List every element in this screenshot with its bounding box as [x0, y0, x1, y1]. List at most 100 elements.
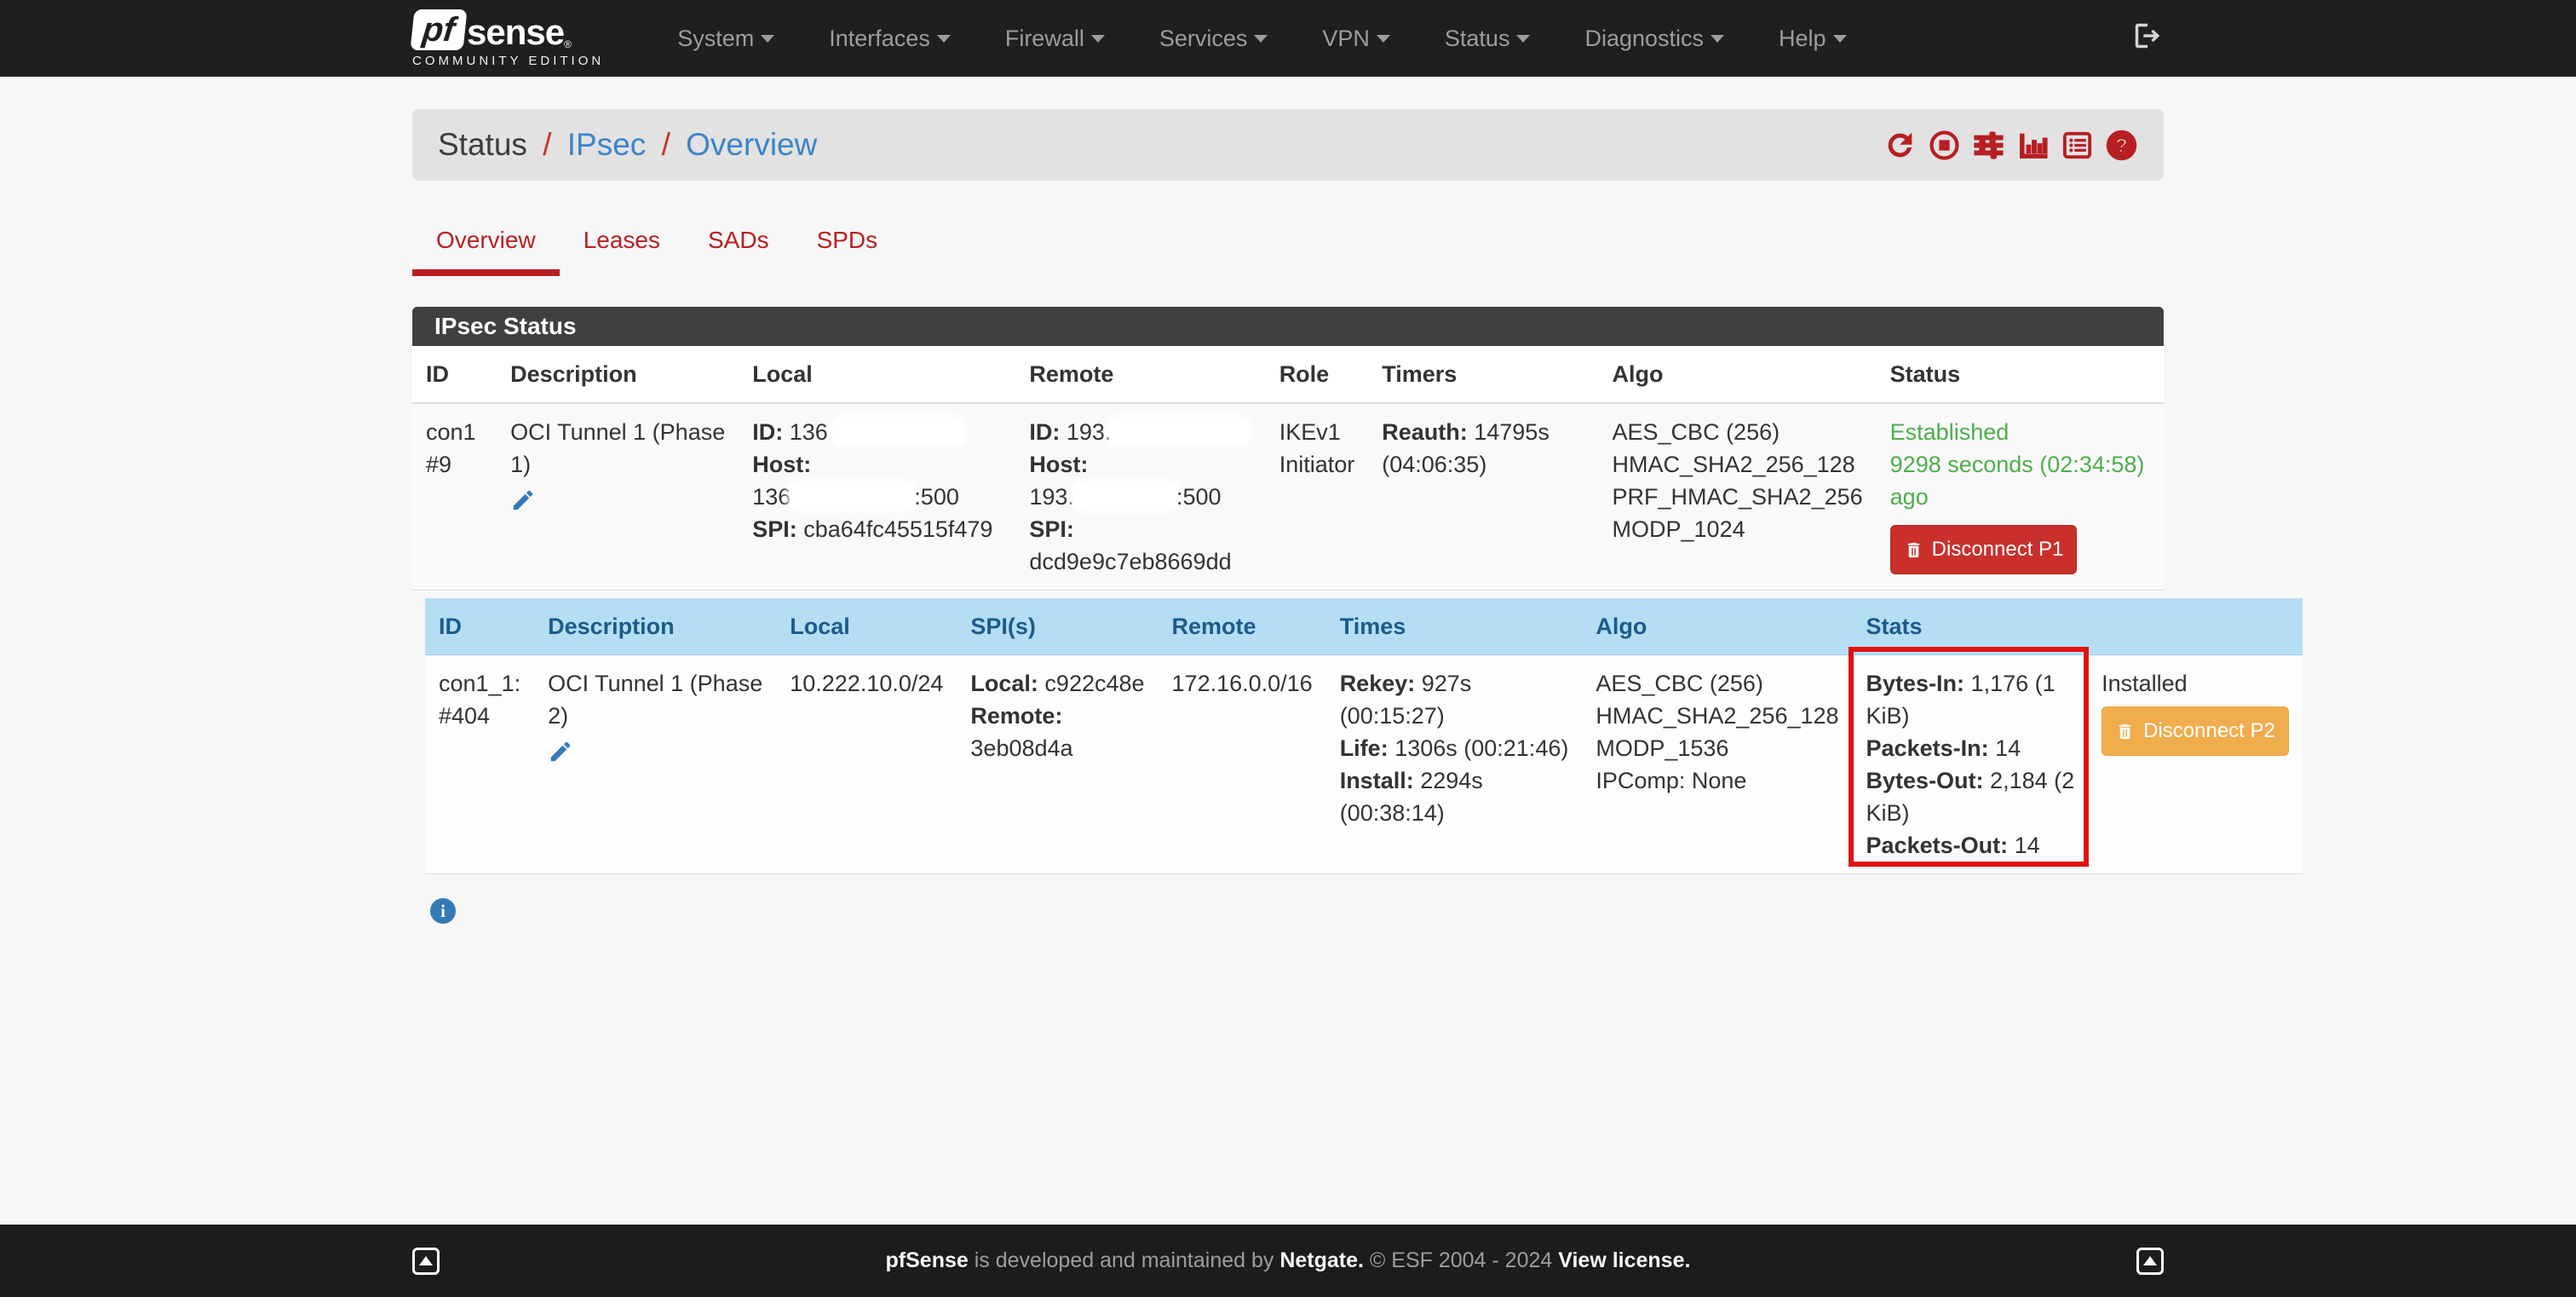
- col-header-description: Description: [497, 346, 739, 404]
- info-icon[interactable]: i: [430, 898, 456, 924]
- redacted-text: [1073, 483, 1176, 509]
- footer-text: pfSense is developed and maintained by N…: [885, 1248, 1691, 1272]
- scroll-to-top-right-button[interactable]: [2136, 1247, 2164, 1275]
- scroll-to-top-left-button[interactable]: [412, 1247, 440, 1275]
- traffic-graph-icon[interactable]: [2016, 129, 2050, 162]
- view-license-link[interactable]: View license.: [1558, 1248, 1690, 1272]
- help-icon[interactable]: ?: [2105, 129, 2138, 162]
- col-header-role: Role: [1265, 346, 1369, 404]
- top-navbar: pf sense ® COMMUNITY EDITION System Inte…: [0, 0, 2576, 77]
- status-log-icon[interactable]: [2061, 129, 2094, 162]
- breadcrumb: Status / IPsec / Overview: [438, 127, 817, 163]
- tab-overview[interactable]: Overview: [412, 208, 560, 276]
- phase2-table: ID Description Local SPI(s) Remote Times…: [425, 598, 2303, 874]
- col-header-times: Times: [1325, 598, 1583, 655]
- chevron-down-icon: [1376, 34, 1390, 43]
- nav-menu-vpn[interactable]: VPN: [1297, 26, 1416, 52]
- col-header-local: Local: [776, 598, 957, 655]
- col-header-id: ID: [412, 346, 497, 404]
- nav-menu-help[interactable]: Help: [1753, 26, 1872, 52]
- nav-menu-firewall[interactable]: Firewall: [980, 26, 1130, 52]
- logout-button[interactable]: [2131, 20, 2164, 58]
- p2-status-cell: Installed Disconnect P2: [2088, 654, 2303, 874]
- chevron-down-icon: [1254, 34, 1268, 43]
- phase2-table-wrapper: ID Description Local SPI(s) Remote Times…: [412, 591, 2303, 874]
- p1-remote-cell: ID: 193. Host: 193.:500 SPI: dcd9e9c7eb8…: [1015, 403, 1266, 591]
- col-header-algo: Algo: [1582, 598, 1853, 655]
- col-header-timers: Timers: [1368, 346, 1599, 404]
- trash-icon: [1907, 542, 1919, 557]
- col-header-algo: Algo: [1598, 346, 1877, 404]
- tab-sads[interactable]: SADs: [684, 208, 793, 276]
- page-footer: pfSense is developed and maintained by N…: [0, 1225, 2576, 1297]
- nav-menu-system[interactable]: System: [652, 26, 800, 52]
- nav-menu-interfaces[interactable]: Interfaces: [803, 26, 976, 52]
- ipsec-status-panel: IPsec Status ID Description Local Remote…: [412, 307, 2303, 874]
- page-content: Status / IPsec / Overview ? Overview Lea…: [0, 77, 2576, 1225]
- tab-spds[interactable]: SPDs: [793, 208, 902, 276]
- nav-menu-diagnostics[interactable]: Diagnostics: [1559, 26, 1750, 52]
- col-header-spis: SPI(s): [957, 598, 1159, 655]
- phase2-header-row: ID Description Local SPI(s) Remote Times…: [425, 598, 2303, 655]
- col-header-stats: Stats: [1852, 598, 2089, 655]
- p1-local-cell: ID: 136 Host: 136:500 SPI: cba64fc45515f…: [739, 403, 1016, 591]
- col-header-description: Description: [534, 598, 777, 655]
- p1-id-cell: con1 #9: [412, 403, 497, 591]
- phase1-table: ID Description Local Remote Role Timers …: [412, 346, 2164, 591]
- ipsec-tabs: Overview Leases SADs SPDs: [412, 208, 2164, 276]
- nav-menu-status[interactable]: Status: [1419, 26, 1556, 52]
- p2-id-cell: con1_1: #404: [425, 654, 535, 874]
- filter-sliders-icon[interactable]: [1972, 129, 2005, 162]
- p2-local-cell: 10.222.10.0/24: [776, 654, 957, 874]
- p2-remote-cell: 172.16.0.0/16: [1158, 654, 1326, 874]
- p1-role-cell: IKEv1 Initiator: [1265, 403, 1369, 591]
- breadcrumb-separator: /: [661, 127, 670, 162]
- breadcrumb-link-overview[interactable]: Overview: [686, 127, 817, 162]
- breadcrumb-link-ipsec[interactable]: IPsec: [567, 127, 647, 162]
- netgate-link[interactable]: Netgate.: [1279, 1248, 1364, 1272]
- footer-brand: pfSense: [885, 1248, 969, 1272]
- p2-stats-cell: Bytes-In: 1,176 (1 KiB) Packets-In: 14 B…: [1848, 647, 2089, 874]
- redacted-text: [1111, 418, 1248, 444]
- col-header-id: ID: [425, 598, 535, 655]
- disconnect-p1-button[interactable]: Disconnect P1: [1889, 525, 2078, 574]
- edit-phase1-button[interactable]: [510, 487, 725, 522]
- redacted-text: [791, 483, 915, 509]
- edit-phase2-button[interactable]: [548, 739, 762, 773]
- pencil-icon: [513, 490, 533, 510]
- p1-status-cell: Established 9298 seconds (02:34:58) ago …: [1876, 403, 2164, 591]
- nav-menus: System Interfaces Firewall Services VPN …: [652, 26, 2131, 52]
- redacted-text: [834, 418, 963, 444]
- brand-sense-text: sense: [467, 11, 565, 52]
- chevron-down-icon: [1832, 34, 1847, 43]
- stop-service-icon[interactable]: [1928, 129, 1961, 162]
- page-action-icons: ?: [1883, 129, 2138, 162]
- col-header-local: Local: [739, 346, 1016, 404]
- status-established: Established: [1889, 419, 2010, 445]
- p2-algo-cell: AES_CBC (256) HMAC_SHA2_256_128 MODP_153…: [1582, 654, 1853, 874]
- chevron-down-icon: [761, 34, 775, 43]
- svg-text:?: ?: [2115, 134, 2127, 156]
- chevron-down-icon: [936, 34, 951, 43]
- phase2-row: con1_1: #404 OCI Tunnel 1 (Phase 2) 10.2…: [425, 647, 2303, 874]
- col-header-blank: [2088, 598, 2303, 655]
- registered-mark: ®: [564, 37, 572, 50]
- arrow-up-icon: [2143, 1256, 2157, 1265]
- nav-menu-services[interactable]: Services: [1134, 26, 1294, 52]
- p2-times-cell: Rekey: 927s (00:15:27) Life: 1306s (00:2…: [1325, 654, 1583, 874]
- pencil-icon: [550, 741, 571, 762]
- breadcrumb-bar: Status / IPsec / Overview ?: [412, 109, 2164, 181]
- pf-logo-tile: pf: [410, 9, 468, 50]
- pfsense-logo[interactable]: pf sense ® COMMUNITY EDITION: [410, 9, 604, 68]
- refresh-icon[interactable]: [1883, 129, 1917, 162]
- trash-icon: [2119, 723, 2131, 739]
- col-header-remote: Remote: [1015, 346, 1266, 404]
- arrow-up-icon: [419, 1256, 433, 1265]
- p2-spi-cell: Local: c922c48e Remote: 3eb08d4a: [957, 654, 1159, 874]
- panel-title: IPsec Status: [412, 307, 2164, 346]
- sign-out-icon: [2135, 23, 2160, 48]
- tab-leases[interactable]: Leases: [560, 208, 684, 276]
- chevron-down-icon: [1516, 34, 1531, 43]
- disconnect-p2-button[interactable]: Disconnect P2: [2102, 706, 2289, 756]
- status-installed: Installed: [2102, 671, 2188, 696]
